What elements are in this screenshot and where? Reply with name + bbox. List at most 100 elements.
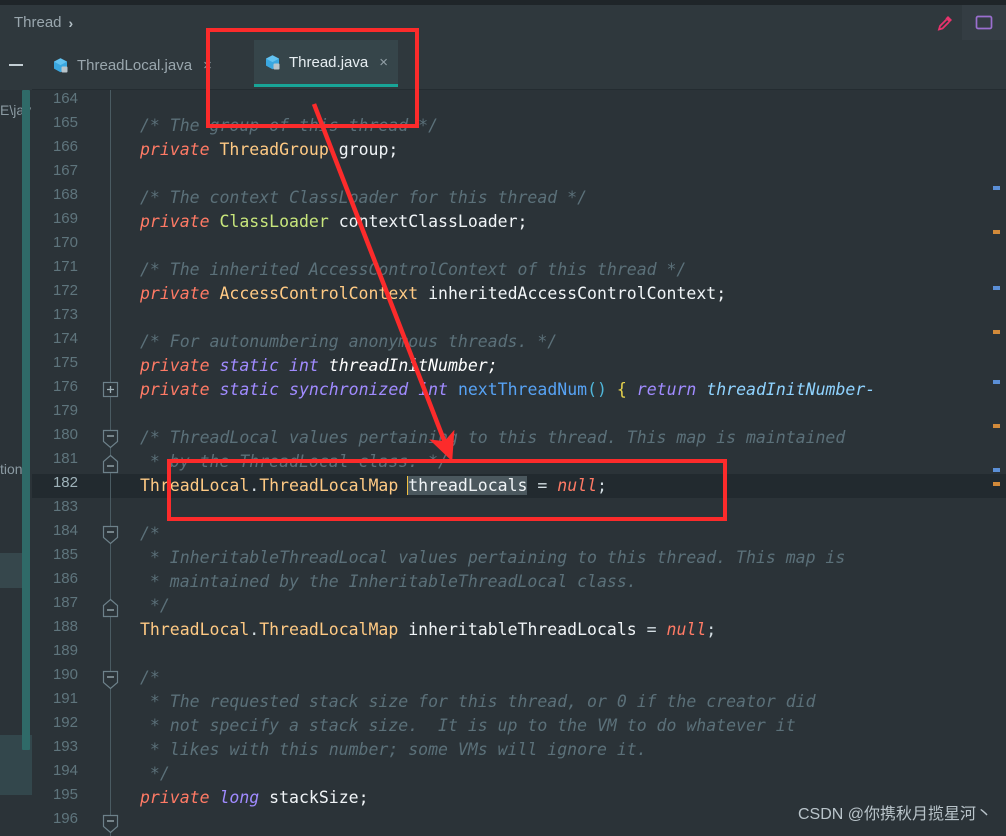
inspection-mark[interactable] [993,380,1000,384]
project-selected-row [0,553,22,588]
comment: /* The inherited AccessControlContext of… [140,260,687,279]
code-line-169: private ClassLoader contextClassLoader; [140,210,527,234]
collapse-minus-icon [9,64,23,66]
type-name: AccessControlContext [219,284,419,303]
code-line-171: /* The inherited AccessControlContext of… [140,258,686,282]
java-class-icon [52,57,69,74]
chevron-right-icon: › [68,14,74,31]
field-name: contextClassLoader; [338,212,528,231]
operator: = [537,476,548,495]
comment: /* [140,524,160,543]
field-name: inheritedAccessControlContext; [428,284,727,303]
inspection-mark[interactable] [993,468,1000,472]
code-text-area[interactable]: /* The group of this thread */ private T… [32,90,1006,836]
build-button[interactable] [928,5,962,40]
code-line-181: * by the ThreadLocal class. */ [140,450,448,474]
keyword: private [140,788,210,807]
comment: */ [140,596,170,615]
editor-tab-thread[interactable]: Thread.java × [254,40,398,87]
toggle-tool-window-button[interactable] [962,5,1006,40]
field-name: inheritableThreadLocals [408,620,637,639]
java-class-icon [264,54,281,71]
comment: * InheritableThreadLocal values pertaini… [140,548,846,567]
inspection-mark[interactable] [993,424,1000,428]
parentheses: () [587,380,607,399]
type-name: ThreadLocalMap [259,476,399,495]
type-name: ThreadLocal [140,476,250,495]
type-name: ThreadGroup [219,140,329,159]
inspection-mark[interactable] [993,186,1000,190]
method-name: nextThreadNum [457,380,588,399]
comment: * not specify a stack size. It is up to … [140,716,796,735]
dot: . [249,620,260,639]
hammer-icon [937,15,952,31]
field-name: stackSize; [269,788,369,807]
keyword: private [140,140,210,159]
editor-tab-bar: ThreadLocal.java × Thread.java × [32,40,1006,90]
comment: * by the ThreadLocal class. */ [140,452,448,471]
keyword: private [140,284,210,303]
breadcrumb-item-thread[interactable]: Thread [14,14,62,31]
keyword: private [140,380,210,399]
code-editor[interactable]: 164 165 166 167 168 169 170 171 172 173 … [32,90,1006,836]
code-line-176: private static synchronized int nextThre… [140,378,875,402]
comment: * maintained by the InheritableThreadLoc… [140,572,637,591]
inspection-mark[interactable] [993,482,1000,486]
semicolon: ; [597,476,607,495]
project-node-fragment: tion [0,461,23,477]
semicolon: ; [706,620,717,639]
keyword: synchronized [289,380,409,399]
code-line-192: * not specify a stack size. It is up to … [140,714,796,738]
operator: = [646,620,657,639]
field-name: threadInitNumber; [328,356,498,375]
code-line-190: /* [140,666,160,690]
code-line-180: /* ThreadLocal values pertaining to this… [140,426,845,450]
code-line-168: /* The context ClassLoader for this thre… [140,186,587,210]
keyword: int [289,356,319,375]
comment: /* [140,668,160,687]
code-line-194: */ [140,762,170,786]
inspection-mark[interactable] [993,286,1000,290]
comment: */ [140,764,170,783]
project-tool-window-sliver[interactable]: E\jav tion [0,90,32,836]
hide-tool-window-button[interactable] [0,40,32,90]
code-line-195: private long stackSize; [140,786,369,810]
code-line-174: /* For autonumbering anonymous threads. … [140,330,557,354]
keyword: static [219,356,280,375]
comment: /* ThreadLocal values pertaining to this… [140,428,846,447]
close-icon[interactable]: × [203,57,212,74]
code-line-172: private AccessControlContext inheritedAc… [140,282,726,306]
inspection-mark[interactable] [993,330,1000,334]
selected-identifier[interactable]: threadLocals [408,476,528,495]
code-line-193: * likes with this number; some VMs will … [140,738,647,762]
null-literal: null [666,620,707,639]
comment: * The requested stack size for this thre… [140,692,816,711]
field-name: group; [338,140,399,159]
code-line-187: */ [140,594,170,618]
type-name: ThreadLocalMap [259,620,399,639]
layout-panel-icon [975,15,993,30]
code-line-188: ThreadLocal.ThreadLocalMap inheritableTh… [140,618,716,642]
comment: /* The group of this thread */ [140,116,439,135]
project-scrollbar[interactable] [22,90,30,750]
breadcrumb-actions [928,5,1006,40]
keyword: private [140,356,210,375]
csdn-watermark: CSDN @你携秋月揽星河丶 [797,806,992,823]
null-literal: null [557,476,598,495]
keyword: private [140,212,210,231]
code-line-184: /* [140,522,160,546]
editor-tab-threadlocal[interactable]: ThreadLocal.java × [42,40,222,90]
editor-tab-label: Thread.java [289,53,369,71]
code-line-165: /* The group of this thread */ [140,114,438,138]
comment: /* For autonumbering anonymous threads. … [140,332,558,351]
expression: threadInitNumber- [706,380,876,399]
breadcrumb[interactable]: Thread › [14,14,73,31]
code-line-182: ThreadLocal.ThreadLocalMap threadLocals … [140,474,607,498]
inspection-mark[interactable] [993,230,1000,234]
type-name: ThreadLocal [140,620,250,639]
editor-tab-label: ThreadLocal.java [77,56,193,74]
close-icon[interactable]: × [379,54,388,71]
code-line-186: * maintained by the InheritableThreadLoc… [140,570,637,594]
keyword: long [219,788,260,807]
dot: . [249,476,260,495]
